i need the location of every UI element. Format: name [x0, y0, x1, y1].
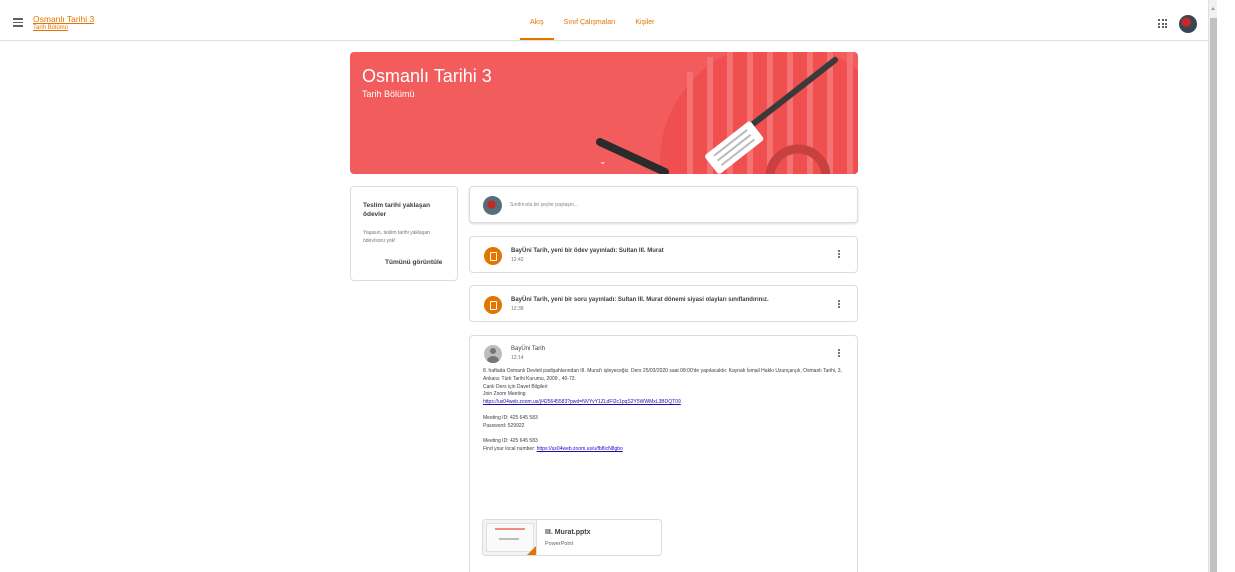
post-title: BayÜni Tarih, yeni bir soru yayınladı: S… [511, 297, 769, 303]
scrollbar[interactable] [1208, 0, 1217, 572]
announcement-card: BayÜni Tarih 12:14 8. haftada Osmanlı De… [469, 335, 858, 572]
local-number-label: Find your local number: [483, 445, 537, 452]
attachment-thumbnail [483, 520, 537, 555]
user-avatar [483, 196, 502, 215]
class-section-link[interactable]: Tarih Bölümü [33, 25, 68, 31]
post-time: 12:42 [511, 257, 524, 263]
tab-stream[interactable]: Akış [520, 7, 554, 40]
announcement-text: Join Zoom Meeting [483, 391, 526, 398]
attachment-name: III. Murat.pptx [545, 529, 591, 536]
hamburger-menu-icon[interactable] [13, 18, 23, 27]
powerpoint-icon [527, 546, 536, 555]
right-edge [1217, 0, 1235, 572]
more-options-icon[interactable] [837, 250, 841, 260]
post-card-assignment[interactable]: BayÜni Tarih, yeni bir ödev yayınladı: S… [469, 236, 858, 273]
more-options-icon[interactable] [837, 349, 841, 359]
announcement-time: 12:14 [511, 355, 524, 361]
attachment-type: PowerPoint [545, 541, 574, 547]
author-name: BayÜni Tarih [511, 346, 545, 352]
class-banner: Osmanlı Tarihi 3 Tarih Bölümü ⌄ [350, 52, 858, 174]
classroom-page: Osmanlı Tarihi 3 Tarih Bölümü Akış Sınıf… [0, 0, 1235, 572]
meeting-id-text: Meeting ID: 425 645 583 [483, 438, 538, 445]
account-avatar[interactable] [1179, 15, 1197, 33]
meeting-id-text: Meeting ID: 425 645 583 [483, 414, 538, 421]
tab-bar: Akış Sınıf Çalışmaları Kişiler [520, 7, 664, 40]
upcoming-work-card: Teslim tarihi yaklaşan ödevler Yaşasın, … [350, 186, 458, 281]
top-bar: Osmanlı Tarihi 3 Tarih Bölümü Akış Sınıf… [0, 7, 1208, 41]
post-title: BayÜni Tarih, yeni bir ödev yayınladı: S… [511, 248, 664, 254]
scroll-up-arrow-icon[interactable] [1211, 7, 1215, 10]
banner-title: Osmanlı Tarihi 3 [362, 66, 492, 86]
author-avatar [484, 345, 502, 363]
more-options-icon[interactable] [837, 300, 841, 310]
banner-subtitle: Tarih Bölümü [362, 89, 415, 99]
password-text: Password: 529922 [483, 422, 525, 429]
announcement-text: 8. haftada Osmanlı Devleti padişahlarınd… [483, 368, 842, 382]
chevron-down-icon[interactable]: ⌄ [599, 156, 607, 166]
share-placeholder[interactable]: Sınıfınızla bir şeyler paylaşın... [510, 202, 578, 208]
upcoming-empty-message: Yaşasın, teslim tarihi yaklaşan ödev/sor… [363, 230, 430, 244]
announcement-text: Canlı Ders için Davet Bilgileri [483, 383, 548, 390]
tab-classwork[interactable]: Sınıf Çalışmaları [554, 7, 626, 40]
post-time: 12:38 [511, 306, 524, 312]
upcoming-title: Teslim tarihi yaklaşan ödevler [363, 202, 431, 218]
local-number-link[interactable]: https://us04web.zoom.us/u/fb8icN8gbo [537, 446, 623, 452]
apps-grid-icon[interactable] [1158, 19, 1167, 28]
scrollbar-thumb[interactable] [1210, 18, 1217, 572]
share-box[interactable]: Sınıfınızla bir şeyler paylaşın... [469, 186, 858, 223]
assignment-icon [484, 247, 502, 265]
view-all-link[interactable]: Tümünü görüntüle [385, 259, 442, 266]
tab-people[interactable]: Kişiler [625, 7, 664, 40]
post-card-question[interactable]: BayÜni Tarih, yeni bir soru yayınladı: S… [469, 285, 858, 322]
zoom-meeting-link[interactable]: https://us04web.zoom.us/j/425645583?pwd=… [483, 399, 681, 405]
class-title-link[interactable]: Osmanlı Tarihi 3 [33, 14, 94, 24]
announcement-body: 8. haftada Osmanlı Devleti padişahlarınd… [483, 368, 853, 454]
attachment-card[interactable]: III. Murat.pptx PowerPoint [482, 519, 662, 556]
question-icon [484, 296, 502, 314]
